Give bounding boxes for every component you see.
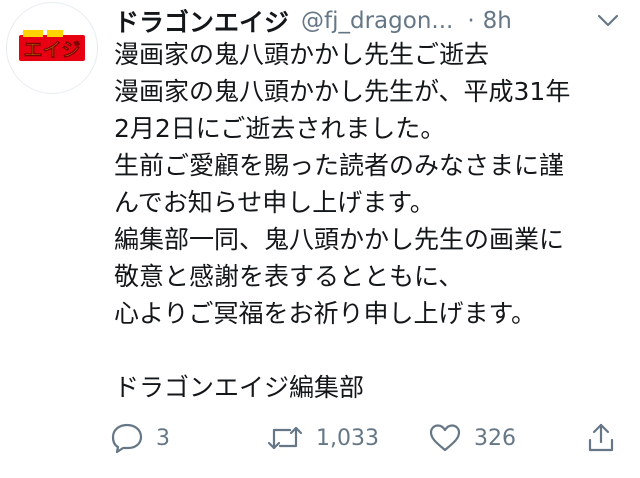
avatar[interactable]: エイジ [6,2,98,94]
tweet-header: ドラゴンエイジ @fj_dragon... · 8h [114,4,634,38]
like-count: 326 [474,425,516,451]
share-icon [588,423,614,452]
reply-button[interactable]: 3 [110,418,170,458]
dragon-age-logo-icon: エイジ [19,30,85,61]
heart-icon [429,424,461,452]
tweet-text-line: んでお知らせ申し上げます。 [114,188,435,217]
tweet-text-line: 心よりご冥福をお祈り申し上げます。 [114,299,537,328]
timestamp[interactable]: 8h [483,8,512,34]
tweet-text-line: 編集部一同、鬼八頭かかし先生の画業に [114,225,565,254]
share-button[interactable] [586,418,616,458]
display-name[interactable]: ドラゴンエイジ [114,3,289,39]
tweet-text-line: 生前ご愛顧を賜った読者のみなさまに謹 [114,151,565,180]
tweet-text-line: 漫画家の鬼八頭かかし先生が、平成31年 [114,77,571,106]
user-handle[interactable]: @fj_dragon... [301,8,453,34]
tweet-text: 漫画家の鬼八頭かかし先生ご逝去 漫画家の鬼八頭かかし先生が、平成31年 2月2日… [114,36,634,406]
tweet-text-line: ドラゴンエイジ編集部 [114,373,365,402]
like-button[interactable]: 326 [428,418,516,458]
chevron-down-icon[interactable] [596,10,620,30]
retweet-count: 1,033 [316,425,379,451]
tweet-actions: 3 1,033 326 [110,418,630,458]
tweet-text-line: 漫画家の鬼八頭かかし先生ご逝去 [114,40,490,69]
svg-text:エイジ: エイジ [23,39,80,61]
tweet-text-line: 敬意と感謝を表するとともに、 [114,262,464,291]
tweet-text-line [114,332,634,369]
retweet-icon [267,426,303,450]
tweet-text-line: 2月2日にご逝去されました。 [114,114,446,143]
tweet: エイジ ドラゴンエイジ @fj_dragon... · 8h 漫画家の鬼八頭かか… [0,0,640,478]
reply-icon [111,423,143,454]
reply-count: 3 [156,425,170,451]
separator-dot: · [467,8,475,34]
retweet-button[interactable]: 1,033 [266,418,379,458]
